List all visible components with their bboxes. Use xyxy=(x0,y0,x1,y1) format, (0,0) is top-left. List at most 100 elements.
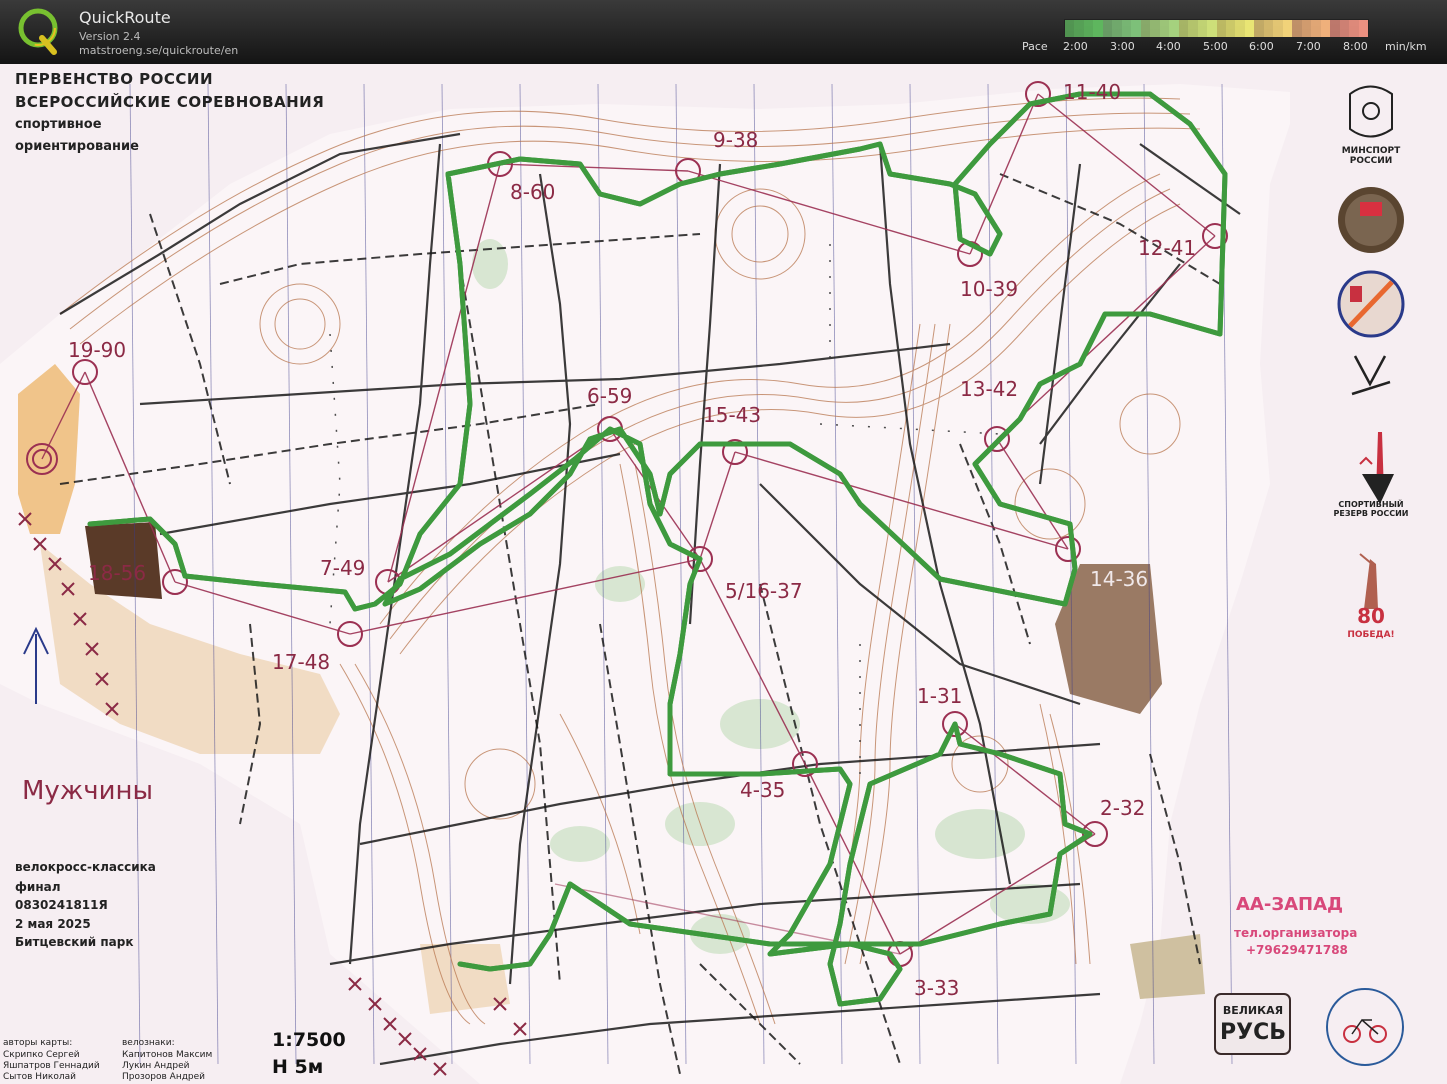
pace-color-scale xyxy=(1064,19,1369,38)
pace-color-swatch xyxy=(1140,20,1151,37)
pace-tick: 4:00 xyxy=(1156,40,1181,53)
pace-color-swatch xyxy=(1330,20,1340,37)
open-land xyxy=(420,944,510,1014)
pace-label: Pace xyxy=(1022,40,1048,53)
organizer-tel-label: тел.организатора xyxy=(1234,926,1358,940)
organizer-name: АА-ЗАПАД xyxy=(1236,894,1344,915)
pace-color-swatch xyxy=(1225,20,1236,37)
control-label-12: 12-41 xyxy=(1138,236,1197,260)
event-code: 0830241811Я xyxy=(15,898,108,912)
control-label-9: 9-38 xyxy=(713,128,759,152)
control-label-19: 19-90 xyxy=(68,338,127,362)
control-label-7: 7-49 xyxy=(320,556,366,580)
victory-statue-icon xyxy=(1359,553,1378,609)
pace-color-swatch xyxy=(1169,20,1179,37)
pace-color-swatch xyxy=(1121,20,1132,37)
control-label-4: 4-35 xyxy=(740,778,786,802)
map-title-line-2: ВСЕРОССИЙСКИЕ СОРЕВНОВАНИЯ xyxy=(15,93,325,111)
discipline: велокросс-классика xyxy=(15,860,156,874)
app-version: Version 2.4 xyxy=(79,30,141,43)
moscow-sport-emblem-icon xyxy=(1337,270,1405,338)
pace-color-swatch xyxy=(1112,20,1122,37)
pace-tick: 7:00 xyxy=(1296,40,1321,53)
pace-color-swatch xyxy=(1150,20,1160,37)
pace-color-swatch xyxy=(1263,20,1274,37)
venue: Битцевский парк xyxy=(15,935,134,949)
pace-color-swatch xyxy=(1197,20,1208,37)
map-author: Скрипко Сергей xyxy=(3,1050,80,1060)
sport-reserve-emblem-icon xyxy=(1359,432,1394,504)
app-header: QuickRoute Version 2.4 matstroeng.se/qui… xyxy=(0,0,1447,64)
map-author: Сытов Николай xyxy=(3,1072,76,1082)
pace-color-swatch xyxy=(1273,20,1283,37)
map-author: Яшпатров Геннадий xyxy=(3,1061,100,1071)
control-label-5-16: 5/16-37 xyxy=(725,579,803,603)
control-label-8: 8-60 xyxy=(510,180,556,204)
pace-color-swatch xyxy=(1207,20,1217,37)
pace-tick: 8:00 xyxy=(1343,40,1368,53)
map-title-line-1: ПЕРВЕНСТВО РОССИИ xyxy=(15,70,214,88)
pace-color-swatch xyxy=(1074,20,1084,37)
velikaya-label: ВЕЛИКАЯ xyxy=(1222,1004,1284,1017)
bike-signs-author: Лукин Андрей xyxy=(122,1061,190,1071)
rus-label: РУСЬ xyxy=(1220,1020,1286,1045)
pace-color-swatch xyxy=(1292,20,1302,37)
open-land xyxy=(1130,934,1205,999)
control-label-2: 2-32 xyxy=(1100,796,1146,820)
app-title: QuickRoute xyxy=(79,8,171,27)
map-authors-label: авторы карты: xyxy=(3,1038,73,1048)
federation-emblem-icon xyxy=(1338,187,1404,253)
pace-color-swatch xyxy=(1320,20,1331,37)
pace-unit: min/km xyxy=(1385,40,1427,53)
minsport-label: МИНСПОРТ РОССИИ xyxy=(1341,146,1401,166)
course-class: Мужчины xyxy=(22,776,154,806)
victory-80-label: 80 xyxy=(1357,604,1385,628)
app-url[interactable]: matstroeng.se/quickroute/en xyxy=(79,44,238,57)
pace-color-swatch xyxy=(1083,20,1094,37)
organizer-phone: +79629471788 xyxy=(1246,943,1348,957)
pace-color-swatch xyxy=(1216,20,1226,37)
pace-tick: 3:00 xyxy=(1110,40,1135,53)
pace-tick: 6:00 xyxy=(1249,40,1274,53)
pace-color-swatch xyxy=(1235,20,1245,37)
control-label-15: 15-43 xyxy=(703,403,762,427)
control-label-6: 6-59 xyxy=(587,384,633,408)
control-label-3: 3-33 xyxy=(914,976,960,1000)
pace-color-swatch xyxy=(1065,20,1075,37)
pace-color-swatch xyxy=(1093,20,1103,37)
pace-color-swatch xyxy=(1254,20,1264,37)
pace-color-swatch xyxy=(1301,20,1312,37)
ski-emblem-icon xyxy=(1351,355,1391,396)
map-canvas[interactable]: ПЕРВЕНСТВО РОССИИ ВСЕРОССИЙСКИЕ СОРЕВНОВ… xyxy=(0,64,1447,1084)
pace-color-swatch xyxy=(1102,20,1113,37)
orienteering-map xyxy=(0,81,1405,1084)
pace-tick: 5:00 xyxy=(1203,40,1228,53)
sport-reserve-label: СПОРТИВНЫЙ РЕЗЕРВ РОССИИ xyxy=(1333,500,1409,518)
contour-interval: Н 5м xyxy=(272,1056,324,1078)
pace-color-swatch xyxy=(1188,20,1198,37)
pace-color-swatch xyxy=(1282,20,1293,37)
map-title-line-3: спортивное xyxy=(15,117,102,132)
victory-label: ПОБЕДА! xyxy=(1347,630,1395,640)
pace-color-swatch xyxy=(1349,20,1359,37)
control-label-13: 13-42 xyxy=(960,377,1019,401)
control-label-17: 17-48 xyxy=(272,650,331,674)
bike-signs-label: велознаки: xyxy=(122,1038,175,1048)
control-label-11: 11-40 xyxy=(1063,80,1122,104)
control-label-10: 10-39 xyxy=(960,277,1019,301)
bike-signs-author: Прозоров Андрей xyxy=(122,1072,206,1082)
quickroute-logo-icon xyxy=(18,8,58,55)
pace-color-swatch xyxy=(1131,20,1141,37)
bike-orienteering-emblem-icon xyxy=(1326,988,1404,1066)
pace-color-swatch xyxy=(1159,20,1170,37)
control-label-18: 18-56 xyxy=(88,561,147,585)
minsport-emblem-icon xyxy=(1349,85,1393,138)
pace-color-swatch xyxy=(1339,20,1350,37)
pace-tick: 2:00 xyxy=(1063,40,1088,53)
control-label-1: 1-31 xyxy=(917,684,963,708)
pace-color-swatch xyxy=(1311,20,1321,37)
bike-signs-author: Капитонов Максим xyxy=(122,1050,213,1060)
control-label-14: 14-36 xyxy=(1090,567,1149,591)
pace-color-swatch xyxy=(1244,20,1255,37)
pace-color-swatch xyxy=(1178,20,1189,37)
